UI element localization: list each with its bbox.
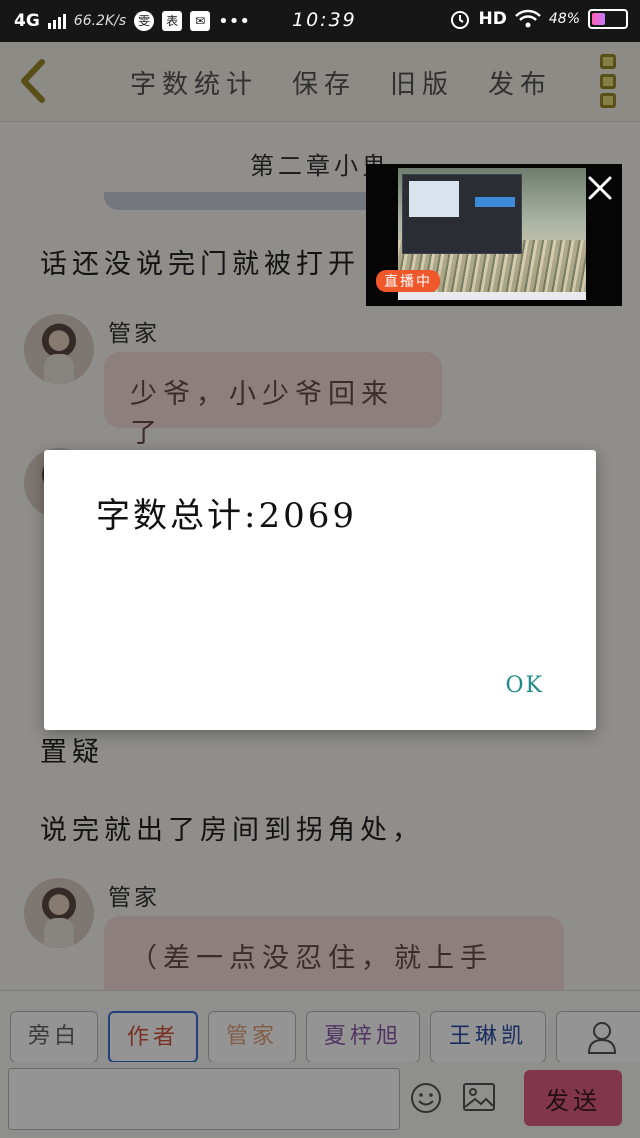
more-notifications-icon: •••	[218, 10, 251, 32]
mail-notification-icon: ✉	[190, 11, 211, 31]
alarm-icon	[450, 11, 469, 29]
app-notification-icon: 雯	[134, 11, 155, 31]
live-badge: 直播中	[376, 270, 440, 292]
status-bar: 4G 66.2K/s 雯 表 ✉ ••• 10:39 HD 48%	[0, 0, 640, 42]
signal-icon	[47, 13, 66, 29]
battery-percent: 48%	[548, 11, 580, 27]
hd-indicator: HD	[478, 9, 507, 29]
battery-icon	[588, 9, 628, 29]
close-icon[interactable]	[586, 174, 614, 202]
word-count-dialog: 字数总计:2069 OK	[44, 450, 596, 730]
network-type: 4G	[14, 11, 40, 31]
word-count-message: 字数总计:2069	[96, 496, 357, 536]
network-speed: 66.2K/s	[73, 13, 127, 29]
live-video-popup[interactable]: 直播中	[366, 164, 622, 306]
clock: 10:39	[292, 9, 357, 31]
app-notification-icon: 表	[162, 11, 183, 31]
ok-button[interactable]: OK	[506, 673, 544, 698]
wifi-icon	[514, 9, 541, 28]
